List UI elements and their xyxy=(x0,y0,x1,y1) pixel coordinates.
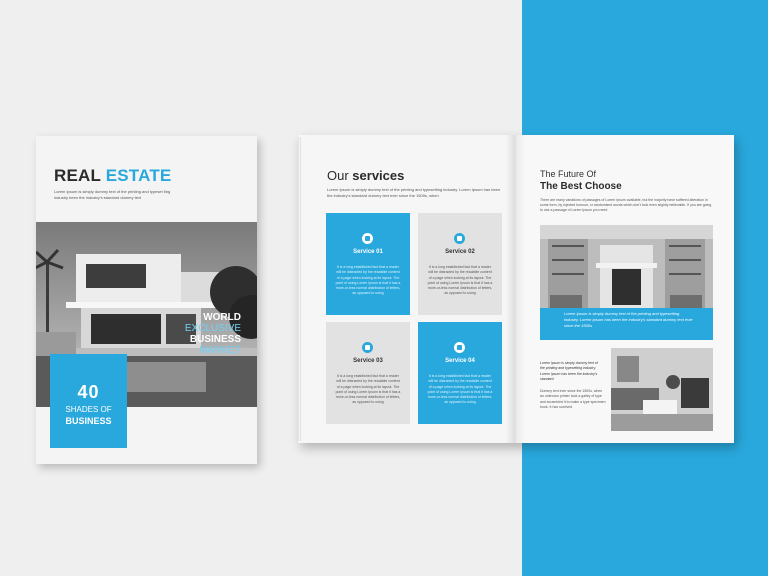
cover-box-line1: SHADES OF xyxy=(65,405,112,414)
home-icon xyxy=(454,233,465,244)
service-body: It is a long established fact that a rea… xyxy=(427,265,493,296)
brochure-spread: Our services Lorem Ipsum is simply dummy… xyxy=(298,135,734,443)
future-body: There are many variations of passages of… xyxy=(540,198,712,213)
tagline-line3: BUSINESS xyxy=(189,334,241,345)
lounge-photo xyxy=(611,348,713,431)
service-title: Service 01 xyxy=(353,249,383,255)
future-heading-light: The Future Of xyxy=(540,169,597,179)
service-title: Service 02 xyxy=(445,249,475,255)
briefcase-icon xyxy=(362,342,373,353)
service-card-1: Service 01 It is a long established fact… xyxy=(326,213,410,315)
services-page: Our services Lorem Ipsum is simply dummy… xyxy=(298,135,516,443)
services-title-bold: services xyxy=(352,168,405,183)
cover-box-line2: BUSINESS xyxy=(65,416,112,426)
service-body: It is a long established fact that a rea… xyxy=(335,374,401,405)
service-title: Service 03 xyxy=(353,358,383,364)
location-icon xyxy=(454,342,465,353)
service-body: It is a long established fact that a rea… xyxy=(427,374,493,405)
cover-box-number: 40 xyxy=(77,382,100,402)
tagline-line4: MARKET xyxy=(199,345,241,356)
cover-subtitle: Lorem Ipsum is simply dummy text of the … xyxy=(54,189,171,200)
services-title-light: Our xyxy=(327,168,349,183)
tagline-line1: WORLD xyxy=(203,312,241,323)
photo-caption: Lorem Ipsum is simply dummy text of the … xyxy=(564,311,693,328)
note-italic: Lorem Ipsum is simply dummy text of the … xyxy=(540,361,598,381)
tagline-line2: EXCLUSIVE xyxy=(184,323,241,334)
services-title: Our services xyxy=(327,168,404,183)
service-card-3: Service 03 It is a long established fact… xyxy=(326,322,410,424)
photo-caption-band: Lorem Ipsum is simply dummy text of the … xyxy=(540,308,713,340)
building-icon xyxy=(362,233,373,244)
cover-title-word1: REAL xyxy=(54,166,101,185)
service-card-4: Service 04 It is a long established fact… xyxy=(418,322,502,424)
page-edge xyxy=(298,137,302,441)
cover-title-word2: ESTATE xyxy=(105,166,172,185)
future-page: The Future Of The Best Choose There are … xyxy=(516,135,734,443)
service-card-2: Service 02 It is a long established fact… xyxy=(418,213,502,315)
services-intro: Lorem Ipsum is simply dummy text of the … xyxy=(327,187,501,198)
cover-tagline: WORLD EXCLUSIVE BUSINESS MARKET xyxy=(185,312,241,356)
cover-blue-box: 40 SHADES OF BUSINESS xyxy=(50,354,127,448)
spread-gutter xyxy=(506,135,526,443)
note-body: Dummy text ever since the 1500s, when an… xyxy=(540,389,606,409)
cover-title: REAL ESTATE xyxy=(54,166,171,186)
future-heading-bold: The Best Choose xyxy=(540,181,622,192)
service-body: It is a long established fact that a rea… xyxy=(335,265,401,296)
brochure-cover: REAL ESTATE Lorem Ipsum is simply dummy … xyxy=(36,136,257,464)
service-title: Service 04 xyxy=(445,358,475,364)
